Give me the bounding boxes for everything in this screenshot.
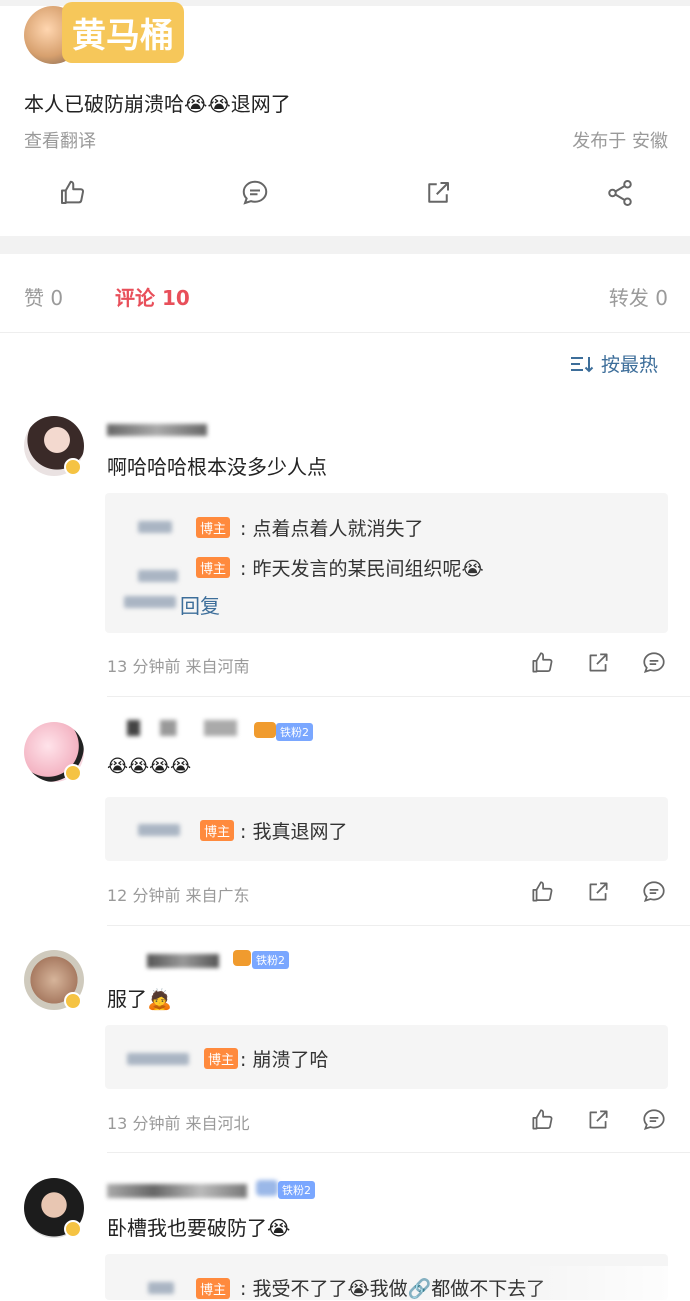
more-replies-blurred: [124, 596, 176, 608]
reply-box: [105, 797, 668, 861]
reply-box: [105, 1025, 668, 1089]
publish-location: 发布于 安徽: [572, 131, 668, 152]
verified-badge: [64, 992, 82, 1010]
comment-bubble-icon[interactable]: [240, 178, 270, 208]
comment-text: 啊哈哈哈根本没多少人点: [107, 455, 327, 479]
tab-likes[interactable]: 赞 0: [24, 282, 63, 311]
comment-meta: 12 分钟前 来自广东: [107, 886, 250, 905]
reply-text: : 昨天发言的某民间组织呢😭: [240, 558, 484, 580]
comment-divider: [107, 1152, 690, 1153]
more-replies-link[interactable]: 回复: [180, 590, 220, 619]
username-blurred[interactable]: [107, 424, 207, 436]
translate-link[interactable]: 查看翻译: [24, 127, 96, 153]
fan-badge-icon: [256, 1180, 278, 1196]
poster-name-stamp: 黄马桶: [62, 2, 184, 63]
verified-badge: [64, 1220, 82, 1238]
watermark-fade: [520, 1266, 690, 1300]
thumbs-up-icon[interactable]: [529, 879, 555, 905]
verified-badge: [64, 458, 82, 476]
username-blurred[interactable]: [107, 1184, 247, 1198]
thumbs-up-icon[interactable]: [529, 650, 555, 676]
comment-text: 服了🙇: [107, 987, 172, 1011]
share-out-icon[interactable]: [585, 650, 611, 676]
username-blurred[interactable]: [127, 720, 237, 736]
reply-text: : 我受不了了😭我做🔗都做不下去了: [240, 1278, 546, 1300]
thumbs-up-icon[interactable]: [529, 1107, 555, 1133]
fan-badge: 铁粉2: [252, 951, 289, 969]
share-out-icon[interactable]: [423, 178, 453, 208]
fan-badge-icon: [254, 722, 276, 738]
fan-badge: 铁粉2: [278, 1181, 315, 1199]
tab-reposts[interactable]: 转发 0: [609, 282, 668, 311]
host-badge: 博主: [204, 1048, 239, 1069]
thumbs-up-icon[interactable]: [57, 178, 87, 208]
reply-text: : 点着点着人就消失了: [240, 518, 424, 540]
share-out-icon[interactable]: [585, 1107, 611, 1133]
reply-text: : 我真退网了: [240, 821, 348, 843]
share-out-icon[interactable]: [585, 879, 611, 905]
comment-text: 😭😭😭😭: [107, 756, 192, 777]
fan-badge-icon: [233, 950, 251, 966]
comment-bubble-icon[interactable]: [641, 1107, 667, 1133]
comment-meta: 13 分钟前 来自河南: [107, 657, 250, 676]
comment-bubble-icon[interactable]: [641, 650, 667, 676]
post-text: 本人已破防崩溃哈😭😭退网了: [24, 92, 291, 116]
reply-username-blurred[interactable]: [138, 521, 172, 533]
comment-text: 卧槽我也要破防了😭: [107, 1216, 291, 1240]
sort-label[interactable]: 按最热: [601, 350, 658, 377]
verified-badge: [64, 764, 82, 782]
host-badge: 博主: [196, 1278, 231, 1299]
section-gap: [0, 236, 690, 254]
comment-bubble-icon[interactable]: [641, 879, 667, 905]
fan-badge: 铁粉2: [276, 723, 313, 741]
host-badge: 博主: [196, 557, 231, 578]
share-nodes-icon[interactable]: [605, 178, 635, 208]
host-badge: 博主: [196, 517, 231, 538]
tab-comments[interactable]: 评论 10: [115, 282, 190, 311]
tabs-divider: [0, 332, 690, 333]
reply-text: : 崩溃了哈: [240, 1049, 329, 1071]
comment-divider: [107, 925, 690, 926]
comment-divider: [107, 696, 690, 697]
host-badge: 博主: [200, 820, 235, 841]
reply-username-blurred[interactable]: [127, 1053, 189, 1065]
sort-lines-icon[interactable]: [569, 354, 595, 374]
reply-username-blurred[interactable]: [148, 1282, 174, 1294]
reply-username-blurred[interactable]: [138, 824, 180, 836]
reply-username-blurred[interactable]: [138, 570, 178, 582]
comment-meta: 13 分钟前 来自河北: [107, 1114, 250, 1133]
username-blurred[interactable]: [147, 954, 219, 968]
